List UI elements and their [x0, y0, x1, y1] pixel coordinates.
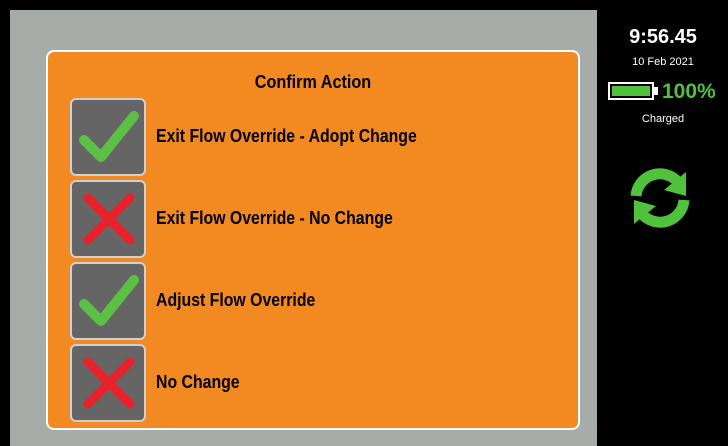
option-label: Exit Flow Override - Adopt Change — [156, 126, 417, 146]
option-adjust-flow-override[interactable]: Adjust Flow Override — [70, 262, 570, 342]
main-area: Confirm Action Exit Flow Override - Adop… — [10, 10, 597, 446]
adjust-flow-override-button[interactable] — [70, 262, 146, 340]
cross-icon — [83, 193, 135, 245]
option-no-change[interactable]: No Change — [70, 344, 570, 424]
adopt-change-button[interactable] — [70, 98, 146, 176]
option-label: Adjust Flow Override — [156, 290, 316, 310]
battery-level-fill — [612, 86, 650, 96]
option-label: No Change — [156, 372, 240, 392]
clock-time: 9:56.45 — [629, 26, 697, 48]
option-exit-no-change[interactable]: Exit Flow Override - No Change — [70, 180, 570, 260]
option-label: Exit Flow Override - No Change — [156, 208, 393, 228]
status-panel: 9:56.45 10 Feb 2021 100% Charged — [598, 10, 728, 446]
battery-percent: 100% — [662, 80, 716, 103]
check-icon — [79, 275, 139, 326]
no-change-button[interactable] — [70, 344, 146, 422]
battery-state: Charged — [641, 113, 685, 125]
clock-date: 10 Feb 2021 — [632, 56, 694, 68]
sync-icon[interactable] — [628, 166, 692, 230]
battery-icon — [608, 82, 654, 100]
check-icon — [79, 111, 139, 162]
battery-tip — [654, 87, 658, 95]
exit-no-change-button[interactable] — [70, 180, 146, 258]
dialog-title: Confirm Action — [254, 72, 372, 92]
option-exit-adopt-change[interactable]: Exit Flow Override - Adopt Change — [70, 98, 570, 178]
device-screen: Confirm Action Exit Flow Override - Adop… — [0, 0, 728, 446]
confirm-action-dialog: Confirm Action Exit Flow Override - Adop… — [46, 50, 580, 430]
cross-icon — [83, 357, 135, 409]
